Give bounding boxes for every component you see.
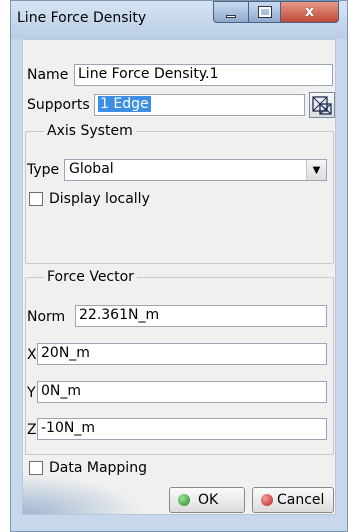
maximize-button[interactable]: [249, 1, 281, 23]
x-field[interactable]: 20N_m: [37, 343, 327, 365]
ok-icon: [178, 494, 190, 506]
force-vector-title: Force Vector: [44, 269, 137, 285]
y-field[interactable]: 0N_m: [37, 381, 327, 403]
ok-label: OK: [198, 492, 219, 508]
display-locally-box[interactable]: [29, 192, 43, 206]
name-field[interactable]: Line Force Density.1: [74, 64, 333, 86]
supports-label: Supports: [27, 97, 90, 113]
cancel-icon: [261, 494, 273, 506]
axis-system-title: Axis System: [44, 123, 136, 139]
supports-field[interactable]: 1 Edge: [94, 94, 305, 116]
close-icon: x: [304, 4, 315, 20]
display-locally-checkbox[interactable]: Display locally: [29, 191, 150, 207]
minimize-icon: [226, 14, 236, 18]
chevron-down-icon[interactable]: ▼: [306, 160, 326, 180]
edge-selection-icon[interactable]: [309, 92, 335, 118]
norm-label: Norm: [27, 309, 66, 325]
x-label: X: [27, 347, 37, 363]
name-label: Name: [27, 67, 69, 83]
window-controls: x: [213, 1, 345, 23]
type-value: Global: [69, 161, 114, 177]
window-title: Line Force Density: [17, 10, 147, 26]
y-label: Y: [27, 385, 36, 401]
cancel-button[interactable]: Cancel: [252, 487, 334, 513]
decorative-swoosh: [23, 474, 143, 514]
close-button[interactable]: x: [281, 1, 339, 23]
maximize-icon: [257, 6, 272, 18]
display-locally-label: Display locally: [49, 191, 150, 207]
dialog-window: Line Force Density x Name Line Force Den…: [10, 0, 348, 532]
z-label: Z: [27, 422, 37, 438]
type-select[interactable]: Global ▼: [64, 159, 327, 181]
cancel-label: Cancel: [277, 492, 325, 508]
ok-button[interactable]: OK: [169, 487, 245, 513]
norm-field[interactable]: 22.361N_m: [75, 305, 327, 327]
type-label: Type: [27, 162, 60, 178]
title-bar[interactable]: Line Force Density x: [11, 1, 347, 39]
dialog-body: Name Line Force Density.1 Supports 1 Edg…: [22, 39, 336, 515]
z-field[interactable]: -10N_m: [37, 418, 327, 440]
data-mapping-box[interactable]: [29, 461, 43, 475]
supports-value: 1 Edge: [98, 96, 151, 112]
minimize-button[interactable]: [213, 1, 249, 23]
